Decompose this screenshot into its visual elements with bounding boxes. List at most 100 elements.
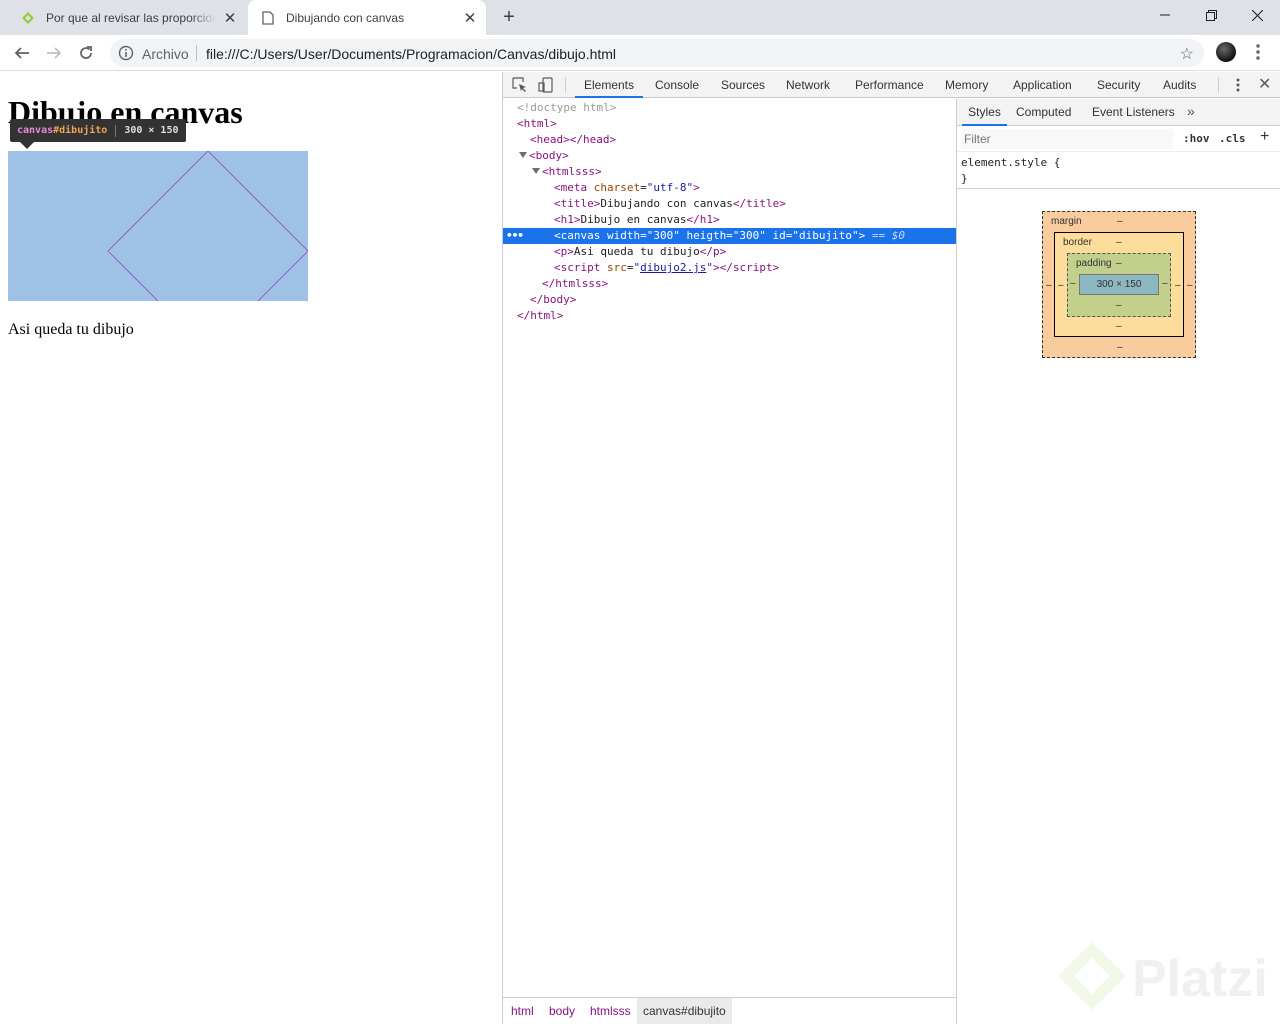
- reload-button[interactable]: [74, 41, 98, 65]
- attr-name: src: [607, 261, 627, 274]
- more-tabs-chevron-icon[interactable]: »: [1187, 103, 1195, 119]
- dom-node-htmlsss[interactable]: <htmlsss>: [503, 164, 956, 180]
- breadcrumb-html[interactable]: html: [505, 998, 540, 1024]
- tab-active[interactable]: Dibujando con canvas ✕: [248, 0, 486, 35]
- tab-application[interactable]: Application: [1013, 72, 1072, 98]
- dom-node-body[interactable]: <body>: [503, 148, 956, 164]
- dom-node-html[interactable]: <html>: [503, 116, 956, 132]
- border-right-value[interactable]: –: [1175, 280, 1181, 291]
- tag-name: html: [530, 309, 557, 322]
- tab-title: Dibujando con canvas: [286, 10, 405, 25]
- node-text: Dibujando con canvas: [600, 197, 733, 210]
- border-top-value[interactable]: –: [1116, 237, 1122, 248]
- info-icon[interactable]: [118, 45, 134, 61]
- devtools-menu-icon[interactable]: [1230, 76, 1246, 94]
- node-actions-icon[interactable]: •••: [506, 228, 524, 244]
- border-left-value[interactable]: –: [1058, 280, 1064, 291]
- box-model-padding[interactable]: padding – – – – 300 × 150: [1067, 253, 1171, 317]
- padding-left-value[interactable]: –: [1070, 278, 1076, 289]
- security-label: Archivo: [142, 46, 189, 62]
- url-text[interactable]: file:///C:/Users/User/Documents/Programa…: [206, 46, 616, 62]
- margin-label: margin: [1051, 216, 1082, 227]
- breadcrumb-htmlsss[interactable]: htmlsss: [584, 998, 637, 1024]
- back-button[interactable]: [10, 41, 34, 65]
- address-bar[interactable]: Archivo file:///C:/Users/User/Documents/…: [110, 39, 1204, 67]
- tag-name: htmlsss: [555, 277, 602, 290]
- element-inspect-tooltip: canvas #dibujito 300 × 150: [10, 119, 186, 142]
- tab-console[interactable]: Console: [655, 72, 699, 98]
- tag-name: head: [536, 133, 564, 146]
- tab-security[interactable]: Security: [1097, 72, 1140, 98]
- styles-filter-input[interactable]: [961, 129, 1173, 149]
- tab-audits[interactable]: Audits: [1163, 72, 1196, 98]
- attr-name: charset: [593, 181, 641, 194]
- tab-elements[interactable]: Elements: [575, 72, 643, 98]
- inspect-element-icon[interactable]: [511, 76, 529, 94]
- expand-triangle-icon[interactable]: [532, 168, 540, 174]
- box-model-border[interactable]: border – – – – padding – – – – 300 × 150: [1054, 232, 1184, 337]
- tab-computed[interactable]: Computed: [1016, 99, 1071, 126]
- dom-node-script[interactable]: <script src="dibujo2.js"></script>: [503, 260, 956, 276]
- browser-menu-icon[interactable]: [1250, 41, 1266, 63]
- tab-performance[interactable]: Performance: [855, 72, 924, 98]
- close-window-button[interactable]: [1234, 0, 1280, 30]
- margin-right-value[interactable]: –: [1187, 280, 1193, 291]
- tab-close-icon[interactable]: ✕: [462, 10, 478, 27]
- tab-close-icon[interactable]: ✕: [222, 10, 238, 27]
- page-viewport: Dibujo en canvas Asi queda tu dibujo: [0, 72, 502, 1024]
- padding-right-value[interactable]: –: [1162, 278, 1168, 289]
- tab-title: Por que al revisar las proporciones: [46, 10, 216, 25]
- dom-node-title[interactable]: <title>Dibujando con canvas</title>: [503, 196, 956, 212]
- tooltip-divider: [115, 124, 117, 137]
- box-model-content-size[interactable]: 300 × 150: [1079, 274, 1159, 295]
- tab-inactive[interactable]: Por que al revisar las proporciones ✕: [8, 0, 246, 35]
- tooltip-size: 300 × 150: [124, 125, 179, 136]
- dom-node-body-close[interactable]: </body>: [503, 292, 956, 308]
- tag-name: body: [535, 149, 563, 162]
- dom-node-doctype[interactable]: <!doctype html>: [503, 100, 956, 116]
- tab-event-listeners[interactable]: Event Listeners: [1092, 99, 1175, 126]
- expand-triangle-icon[interactable]: [519, 152, 527, 158]
- border-bottom-value[interactable]: –: [1116, 321, 1122, 332]
- browser-toolbar: Archivo file:///C:/Users/User/Documents/…: [0, 35, 1280, 71]
- dom-node-html-close[interactable]: </html>: [503, 308, 956, 324]
- tag-name: title: [746, 197, 780, 210]
- dom-node-canvas-selected[interactable]: ••• <canvas width="300" heigth="300" id="…: [503, 228, 956, 244]
- platzi-watermark-logo: Platzi: [1058, 942, 1268, 1010]
- forward-button[interactable]: [42, 41, 66, 65]
- margin-top-value[interactable]: –: [1117, 216, 1123, 227]
- hov-toggle[interactable]: :hov: [1183, 132, 1210, 145]
- dom-node-h1[interactable]: <h1>Dibujo en canvas</h1>: [503, 212, 956, 228]
- profile-avatar[interactable]: [1216, 42, 1236, 62]
- tab-network[interactable]: Network: [786, 72, 830, 98]
- restore-button[interactable]: [1188, 0, 1234, 30]
- minimize-button[interactable]: [1142, 0, 1188, 30]
- dom-node-meta[interactable]: <meta charset="utf-8">: [503, 180, 956, 196]
- canvas-drawing[interactable]: [8, 151, 308, 301]
- toolbar-divider: [565, 77, 566, 93]
- tab-styles[interactable]: Styles: [962, 99, 1007, 126]
- new-style-rule-icon[interactable]: +: [1260, 128, 1269, 146]
- box-model-margin[interactable]: margin – – – – border – – – – padding – …: [1042, 211, 1196, 358]
- tag-name: head: [583, 133, 610, 146]
- tab-sources[interactable]: Sources: [721, 72, 765, 98]
- breadcrumb-canvas[interactable]: canvas#dibujito: [637, 998, 732, 1024]
- toolbar-divider: [1218, 77, 1219, 93]
- breadcrumb-body[interactable]: body: [543, 998, 581, 1024]
- dom-node-htmlsss-close[interactable]: </htmlsss>: [503, 276, 956, 292]
- devtools-close-icon[interactable]: ✕: [1258, 74, 1271, 94]
- tab-memory[interactable]: Memory: [945, 72, 988, 98]
- margin-left-value[interactable]: –: [1046, 280, 1052, 291]
- margin-bottom-value[interactable]: –: [1117, 342, 1123, 353]
- cls-toggle[interactable]: .cls: [1219, 132, 1246, 145]
- element-style-rule[interactable]: element.style { }: [961, 155, 1060, 187]
- device-toolbar-icon[interactable]: [537, 76, 555, 94]
- dom-node-p[interactable]: <p>Asi queda tu dibujo</p>: [503, 244, 956, 260]
- new-tab-button[interactable]: +: [498, 6, 520, 28]
- padding-top-value[interactable]: –: [1116, 258, 1122, 269]
- script-link[interactable]: dibujo2.js: [640, 261, 706, 274]
- platzi-favicon-icon: [20, 10, 36, 26]
- dom-node-head[interactable]: <head></head>: [503, 132, 956, 148]
- bookmark-star-icon[interactable]: ☆: [1180, 44, 1194, 64]
- padding-bottom-value[interactable]: –: [1116, 300, 1122, 311]
